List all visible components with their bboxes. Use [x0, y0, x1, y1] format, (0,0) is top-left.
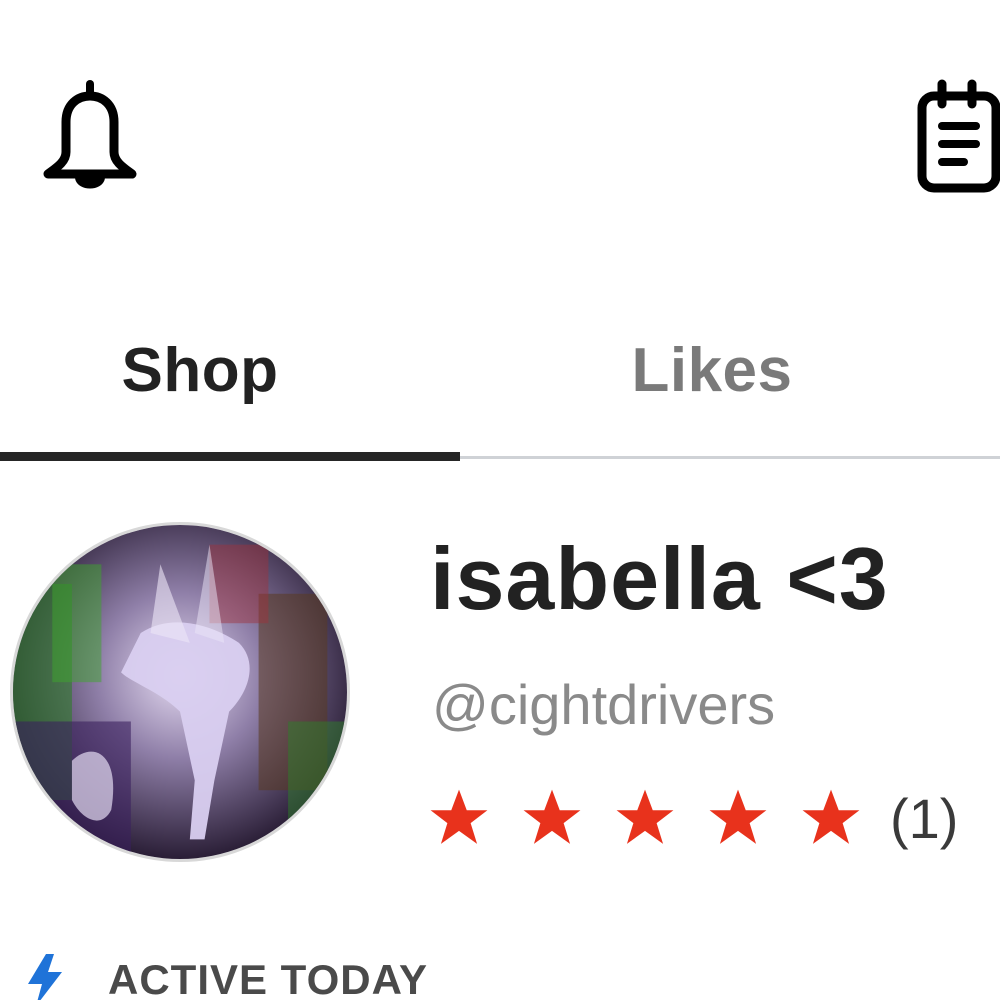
star-icon — [430, 789, 488, 844]
star-icon — [616, 789, 674, 844]
username: @cightdrivers — [432, 673, 776, 736]
star-icon — [802, 789, 860, 844]
notes-icon[interactable] — [914, 78, 1000, 194]
activity-status: ACTIVE TODAY — [22, 950, 428, 1000]
bell-icon[interactable] — [40, 74, 140, 198]
star-icon — [523, 789, 581, 844]
tab-likes[interactable]: Likes — [512, 290, 912, 450]
activity-status-text: ACTIVE TODAY — [108, 956, 429, 1000]
lightning-bolt-icon — [28, 954, 62, 1000]
review-count: (1) — [890, 786, 959, 850]
star-icon — [709, 789, 767, 844]
tab-shop-label: Shop — [121, 335, 279, 405]
profile-screen: Shop Likes isabella <3 @cightdrivers (1)… — [0, 0, 1000, 1000]
active-tab-indicator — [0, 452, 460, 461]
display-name: isabella <3 — [430, 529, 889, 628]
tab-shop[interactable]: Shop — [0, 290, 400, 450]
avatar[interactable] — [10, 522, 350, 862]
rating[interactable]: (1) — [428, 778, 958, 858]
tab-likes-label: Likes — [631, 335, 793, 405]
profile-tabs: Shop Likes — [0, 290, 1000, 462]
